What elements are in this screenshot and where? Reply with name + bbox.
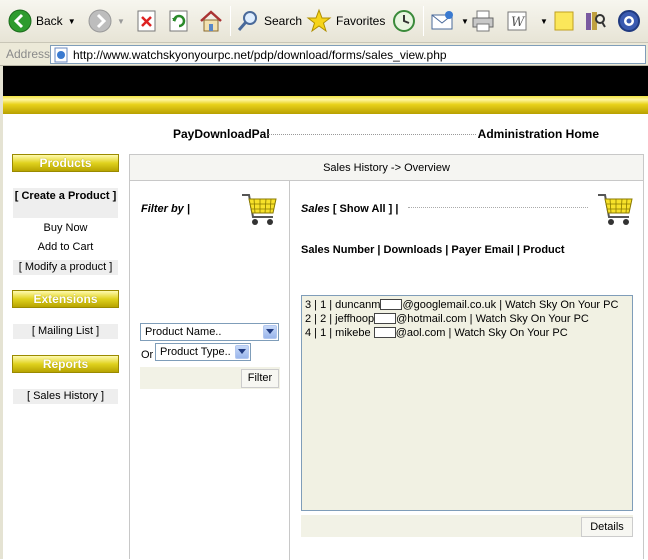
add-to-cart-link[interactable]: Add to Cart	[13, 241, 118, 253]
favorites-button[interactable]: Favorites	[306, 5, 385, 37]
filter-by-label: Filter by |	[141, 203, 190, 215]
panel-title: Sales History -> Overview	[130, 155, 643, 181]
administration-home-link[interactable]: Administration Home	[478, 127, 599, 141]
breadcrumb-current: Overview	[404, 162, 450, 174]
breadcrumb-parent: Sales History ->	[323, 162, 405, 174]
forward-button[interactable]: ▼	[88, 5, 125, 37]
refresh-icon	[169, 10, 188, 32]
product-name-select[interactable]: Product Name..	[140, 323, 279, 341]
brand-row: PayDownloadPal Administration Home	[170, 126, 602, 144]
list-item[interactable]: 3 | 1 | duncanm @googlemail.co.uk | Watch…	[305, 298, 629, 312]
brand-link[interactable]: PayDownloadPal	[173, 127, 270, 141]
history-icon	[393, 10, 415, 32]
mailing-list-button[interactable]: [ Mailing List ]	[13, 324, 118, 339]
word-edit-icon: W	[507, 11, 527, 31]
mail-button[interactable]: ▼	[430, 5, 469, 37]
redacted-box	[373, 327, 396, 338]
address-url: http://www.watchskyonyourpc.net/pdp/down…	[73, 47, 447, 62]
modify-product-button[interactable]: [ Modify a product ]	[13, 260, 118, 275]
gear-icon	[618, 10, 640, 32]
edit-dropdown-icon[interactable]: ▼	[540, 17, 548, 26]
search-label: Search	[264, 14, 303, 28]
address-bar: Address http://www.watchskyonyourpc.net/…	[0, 43, 648, 66]
redacted-box	[374, 313, 397, 324]
discuss-button[interactable]	[552, 5, 576, 37]
sales-listbox[interactable]: 3 | 1 | duncanm @googlemail.co.uk | Watch…	[301, 295, 633, 511]
mail-dropdown-icon[interactable]: ▼	[461, 17, 469, 26]
research-books-icon	[586, 12, 606, 30]
web-page: PayDownloadPal Administration Home Produ…	[0, 66, 648, 560]
products-section-header: Products	[12, 154, 119, 172]
sales-history-panel: Sales History -> Overview Filter by | Pr…	[129, 154, 644, 560]
chevron-down-icon[interactable]	[235, 345, 249, 359]
show-all-link[interactable]: [ Show All ] |	[333, 203, 399, 215]
sales-header: Sales [ Show All ] |	[301, 203, 398, 215]
list-item[interactable]: 4 | 1 | mikebe @aol.com | Watch Sky On Y…	[305, 326, 629, 340]
print-button[interactable]	[470, 5, 496, 37]
shopping-cart-icon	[598, 194, 633, 225]
dotted-divider	[408, 207, 588, 208]
stop-icon	[137, 10, 156, 32]
buy-now-link[interactable]: Buy Now	[13, 222, 118, 234]
extensions-section-header: Extensions	[12, 290, 119, 308]
svg-text:W: W	[511, 15, 526, 30]
home-button[interactable]	[198, 5, 224, 37]
favorites-star-icon	[306, 8, 332, 33]
forward-icon	[88, 9, 112, 33]
research-button[interactable]	[583, 5, 607, 37]
product-type-select[interactable]: Product Type..	[155, 343, 251, 361]
address-input[interactable]: http://www.watchskyonyourpc.net/pdp/down…	[50, 45, 646, 64]
sales-history-button[interactable]: [ Sales History ]	[13, 389, 118, 404]
filter-button[interactable]: Filter	[241, 369, 279, 388]
search-icon	[237, 11, 257, 31]
browser-toolbar: Back ▼ ▼ Search Favorites ▼ W ▼	[0, 0, 648, 43]
back-icon	[8, 9, 32, 33]
page-icon	[54, 47, 68, 62]
product-name-select-value: Product Name..	[145, 326, 222, 338]
back-button[interactable]: Back ▼	[8, 5, 76, 37]
back-label: Back	[36, 14, 63, 28]
chevron-down-icon[interactable]	[263, 325, 277, 339]
search-button[interactable]: Search	[236, 5, 302, 37]
list-item[interactable]: 2 | 2 | jeffhoop @hotmail.com | Watch Sky…	[305, 312, 629, 326]
favorites-label: Favorites	[336, 14, 386, 28]
history-button[interactable]	[391, 5, 417, 37]
edit-button[interactable]: W ▼	[506, 5, 548, 37]
messenger-button[interactable]	[616, 5, 642, 37]
stop-button[interactable]	[136, 5, 158, 37]
create-product-button[interactable]: [ Create a Product ]	[13, 188, 118, 218]
mail-icon	[431, 11, 453, 30]
shopping-cart-icon	[242, 194, 277, 225]
dotted-divider	[268, 134, 476, 135]
address-label: Address	[6, 47, 51, 61]
details-button[interactable]: Details	[581, 517, 633, 537]
refresh-button[interactable]	[168, 5, 190, 37]
reports-section-header: Reports	[12, 355, 119, 373]
forward-dropdown-icon[interactable]: ▼	[117, 17, 125, 26]
or-label: Or	[141, 349, 154, 361]
site-header-band	[3, 66, 648, 114]
columns-header: Sales Number | Downloads | Payer Email |…	[301, 244, 565, 256]
redacted-box	[380, 299, 403, 310]
back-dropdown-icon[interactable]: ▼	[68, 17, 76, 26]
product-type-select-value: Product Type..	[160, 346, 231, 358]
printer-icon	[472, 10, 494, 32]
home-icon	[200, 10, 222, 32]
note-icon	[554, 11, 574, 31]
sales-label: Sales	[301, 203, 330, 215]
